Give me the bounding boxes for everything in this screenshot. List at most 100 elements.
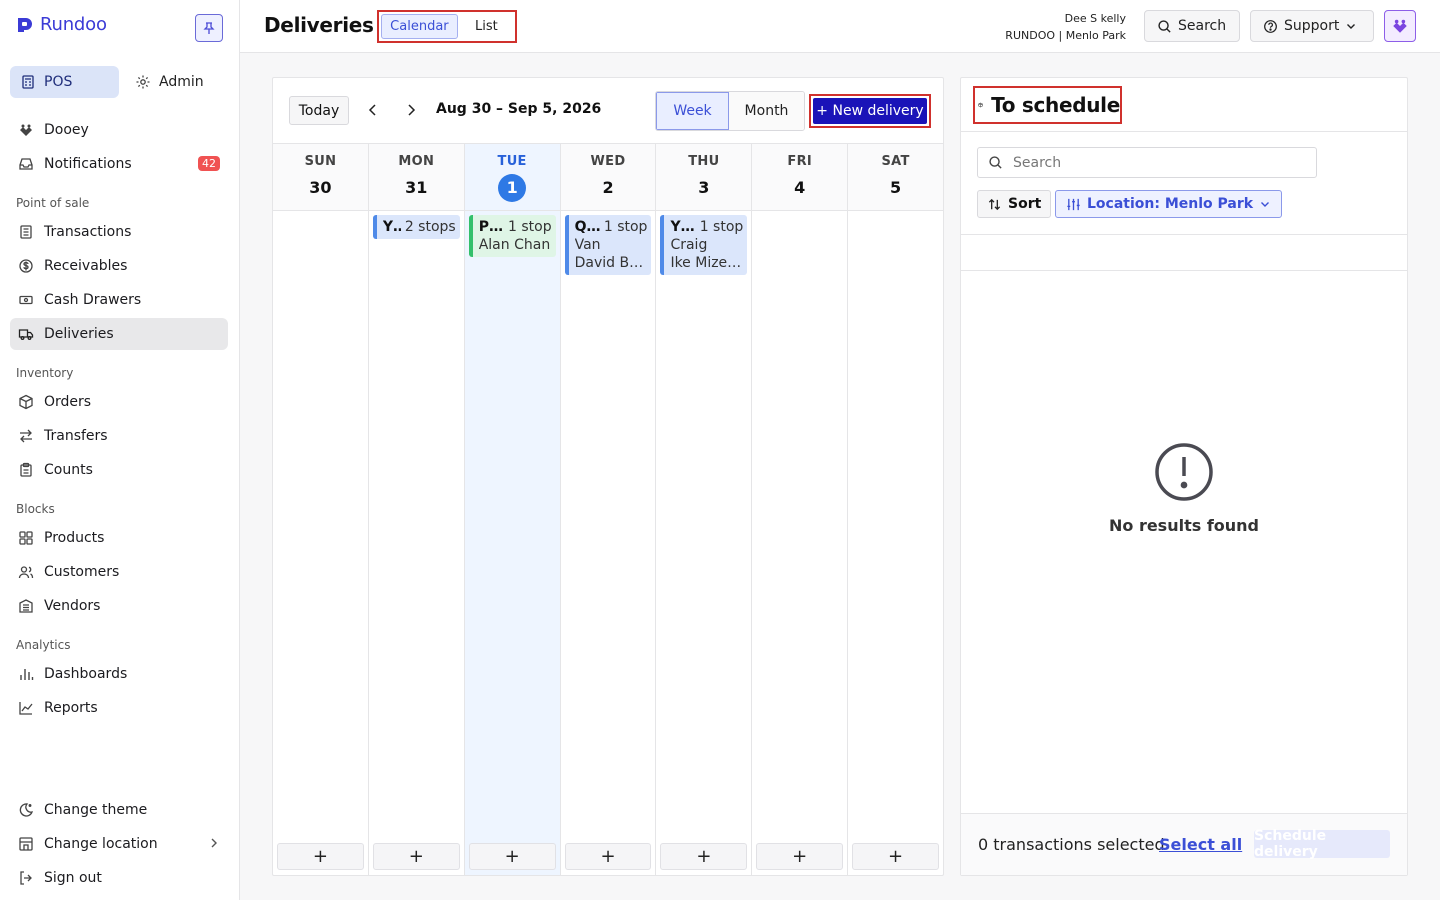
exclamation-circle-icon xyxy=(1155,443,1213,501)
chevron-down-icon xyxy=(1261,202,1270,207)
dollar-circle-icon xyxy=(19,259,33,273)
sidebar-item-label: Sign out xyxy=(44,870,102,886)
select-all-link[interactable]: Select all xyxy=(1159,835,1242,854)
sidebar-item-receivables[interactable]: Receivables xyxy=(10,250,228,282)
day-number: 4 xyxy=(794,178,806,197)
next-week-icon[interactable] xyxy=(403,102,419,118)
box-icon xyxy=(19,394,33,410)
search-button-label: Search xyxy=(1178,18,1227,34)
add-delivery-button[interactable]: + xyxy=(564,843,652,870)
new-delivery-button[interactable]: + New delivery xyxy=(813,98,927,124)
add-delivery-button[interactable]: + xyxy=(372,843,460,870)
sort-button[interactable]: Sort xyxy=(977,190,1052,218)
event-title: Q… xyxy=(574,219,600,235)
today-button[interactable]: Today xyxy=(289,96,349,125)
day-column-sun: SUN 30 + xyxy=(273,144,369,875)
location-filter-button[interactable]: Location: Menlo Park xyxy=(1055,190,1283,218)
day-name: SUN xyxy=(304,154,337,169)
day-column-tue: TUE 1 P… 1 stop Alan Chan + xyxy=(464,144,561,875)
sidebar-item-change-location[interactable]: Change location xyxy=(10,828,228,860)
sidebar-item-vendors[interactable]: Vendors xyxy=(10,590,228,622)
add-delivery-button[interactable]: + xyxy=(277,843,364,870)
mode-tabs: POS Admin xyxy=(10,66,214,98)
sidebar-item-change-theme[interactable]: Change theme xyxy=(10,794,228,826)
location-filter-label: Location: Menlo Park xyxy=(1087,196,1254,212)
month-view-button[interactable]: Month xyxy=(729,92,804,130)
calendar-panel: Today Aug 30 – Sep 5, 2026 Week Month + … xyxy=(272,77,944,876)
brand[interactable]: Rundoo xyxy=(16,14,107,35)
sidebar-item-reports[interactable]: Reports xyxy=(10,692,228,724)
pin-sidebar-button[interactable] xyxy=(195,14,223,42)
tab-admin[interactable]: Admin xyxy=(125,66,214,98)
view-calendar-button[interactable]: Calendar xyxy=(381,14,458,39)
support-button[interactable]: Support xyxy=(1250,10,1374,42)
sidebar-item-customers[interactable]: Customers xyxy=(10,556,228,588)
sidebar-item-label: Orders xyxy=(44,394,92,410)
sidebar-item-cash-drawers[interactable]: Cash Drawers xyxy=(10,284,228,316)
week-view-button[interactable]: Week xyxy=(656,92,729,130)
add-delivery-button[interactable]: + xyxy=(756,843,844,870)
day-name: FRI xyxy=(787,154,813,169)
add-delivery-button[interactable]: + xyxy=(468,843,556,870)
chevron-right-icon xyxy=(211,838,217,848)
add-delivery-button[interactable]: + xyxy=(660,843,748,870)
delivery-event[interactable]: Y… 2 stops xyxy=(372,215,460,239)
event-title: Y… xyxy=(670,219,695,235)
store-icon xyxy=(19,837,33,851)
sidebar-item-orders[interactable]: Orders xyxy=(10,386,228,418)
sidebar-item-dashboards[interactable]: Dashboards xyxy=(10,658,228,690)
section-inventory: Inventory xyxy=(16,366,74,380)
theme-icon xyxy=(19,803,34,817)
sidebar-item-notifications[interactable]: Notifications 42 xyxy=(10,148,228,180)
support-button-label: Support xyxy=(1284,18,1340,34)
sidebar-item-counts[interactable]: Counts xyxy=(10,454,228,486)
tab-pos[interactable]: POS xyxy=(10,66,119,98)
day-header: TUE 1 xyxy=(464,144,560,211)
schedule-delivery-button[interactable]: Schedule delivery xyxy=(1254,828,1390,860)
delivery-event[interactable]: Q… 1 stop Van David Bo… xyxy=(564,215,652,275)
sidebar-item-label: Notifications xyxy=(44,156,132,172)
view-list-button[interactable]: List xyxy=(460,14,513,39)
day-number: 31 xyxy=(405,178,428,197)
sidebar-item-dooey[interactable]: Dooey xyxy=(10,114,228,146)
user-name: Dee S kelly xyxy=(1064,12,1126,25)
day-name: TUE xyxy=(497,154,527,169)
sidebar-item-transactions[interactable]: Transactions xyxy=(10,216,228,248)
to-schedule-panel: To schedule Search Sort Location: Menlo … xyxy=(960,77,1408,876)
day-header: THU 3 xyxy=(656,144,752,211)
delivery-event[interactable]: P… 1 stop Alan Chan xyxy=(468,215,556,257)
user-avatar-button[interactable] xyxy=(1384,10,1416,42)
org-location: RUNDOO | Menlo Park xyxy=(1005,29,1126,42)
register-icon xyxy=(22,75,34,89)
schedule-search-input[interactable]: Search xyxy=(977,147,1317,178)
empty-state: No results found xyxy=(961,442,1407,535)
user-info: Dee S kelly RUNDOO | Menlo Park xyxy=(1005,10,1126,44)
page-title: Deliveries xyxy=(264,13,374,37)
delivery-event[interactable]: Y… 1 stop Craig Ike Mizer… xyxy=(660,215,748,275)
sidebar-item-label: Dashboards xyxy=(44,666,128,682)
filter-sliders-icon xyxy=(1067,198,1080,210)
sidebar-item-sign-out[interactable]: Sign out xyxy=(10,862,228,894)
gear-icon xyxy=(136,75,150,89)
search-button[interactable]: Search xyxy=(1144,10,1240,42)
sidebar-item-label: Transfers xyxy=(44,428,108,444)
day-header: MON 31 xyxy=(368,144,464,211)
sidebar-item-transfers[interactable]: Transfers xyxy=(10,420,228,452)
day-column-sat: SAT 5 + xyxy=(848,144,944,875)
help-circle-icon xyxy=(1264,19,1277,33)
sidebar-item-label: Counts xyxy=(44,462,93,478)
date-range-label: Aug 30 – Sep 5, 2026 xyxy=(436,101,602,117)
previous-week-icon[interactable] xyxy=(365,102,381,118)
add-delivery-button[interactable]: + xyxy=(852,843,940,870)
sidebar-item-label: Products xyxy=(44,530,105,546)
event-title: Y… xyxy=(382,219,401,235)
section-analytics: Analytics xyxy=(16,638,71,652)
sidebar-item-label: Reports xyxy=(44,700,98,716)
day-name: MON xyxy=(398,154,435,169)
sidebar-item-deliveries[interactable]: Deliveries xyxy=(10,318,228,350)
sidebar-item-label: Customers xyxy=(44,564,120,580)
new-delivery-highlight: + New delivery xyxy=(809,94,931,128)
clipboard-icon xyxy=(20,462,32,477)
day-name: WED xyxy=(590,154,626,169)
sidebar-item-products[interactable]: Products xyxy=(10,522,228,554)
